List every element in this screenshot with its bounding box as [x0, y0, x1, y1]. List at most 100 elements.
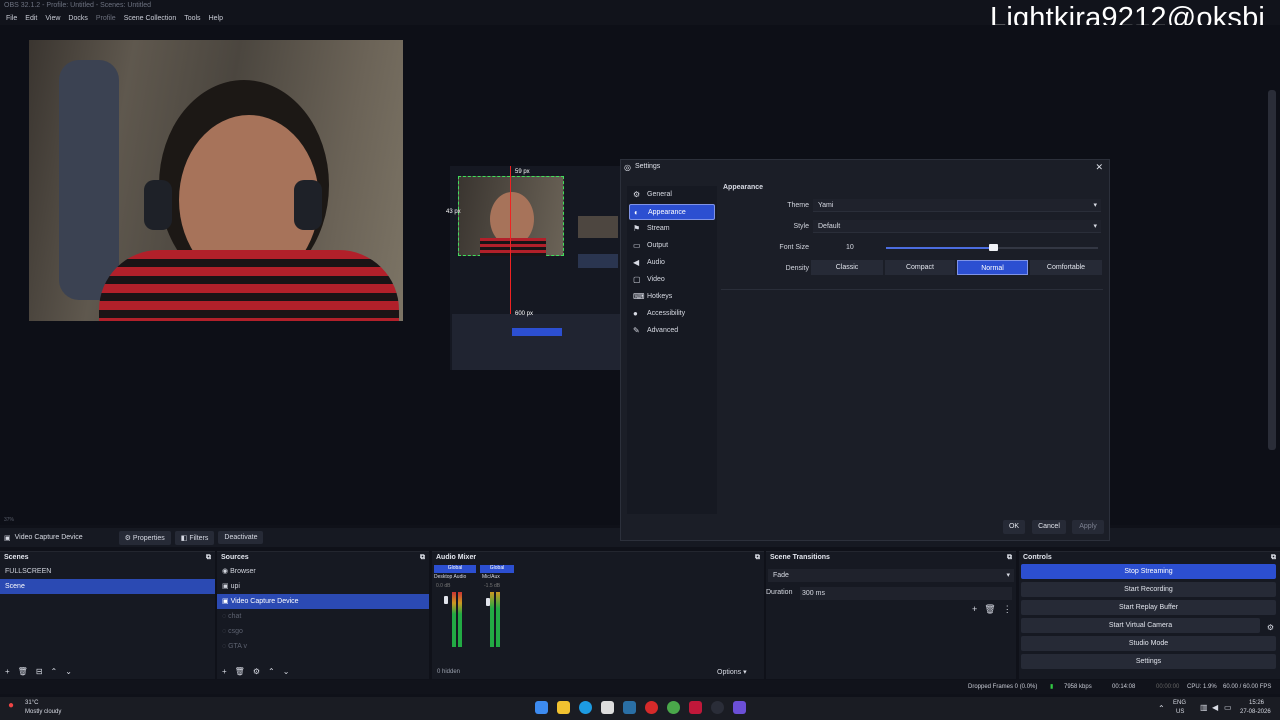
transition-select[interactable]: Fade ▾ — [768, 569, 1014, 582]
app-icon[interactable] — [645, 701, 658, 714]
scene-item[interactable]: Scene — [0, 579, 215, 594]
start-recording-button[interactable]: Start Recording — [1021, 582, 1276, 597]
apply-button[interactable]: Apply — [1072, 520, 1104, 534]
menu-file[interactable]: File — [2, 15, 21, 22]
weather-text: Mostly cloudy — [25, 709, 62, 715]
density-normal-button[interactable]: Normal — [957, 260, 1028, 275]
mic-aux-label[interactable]: Mic/Aux — [482, 574, 500, 580]
source-item[interactable]: ▣ Video Capture Device — [217, 594, 429, 609]
clock-time[interactable]: 15:26 — [1249, 700, 1264, 706]
nav-hotkeys[interactable]: ⌨ Hotkeys — [629, 289, 715, 305]
menu-help[interactable]: Help — [205, 15, 227, 22]
mixer-options-button[interactable]: Options ▾ — [717, 668, 747, 676]
nav-audio[interactable]: ◀ Audio — [629, 255, 715, 271]
trash-icon[interactable]: 🗑 — [984, 604, 995, 615]
volume-slider[interactable] — [486, 598, 490, 606]
density-classic-button[interactable]: Classic — [811, 260, 883, 275]
scene-item[interactable]: FULLSCREEN — [0, 564, 215, 579]
undock-icon[interactable]: ⧉ — [755, 554, 760, 562]
add-icon[interactable]: + — [972, 604, 977, 615]
studio-mode-button[interactable]: Studio Mode — [1021, 636, 1276, 651]
steam-icon[interactable] — [623, 701, 636, 714]
move-up-icon[interactable]: ⌃ — [51, 667, 58, 676]
network-icon[interactable]: ▥ — [1200, 703, 1208, 712]
menu-docks[interactable]: Docks — [64, 15, 91, 22]
ok-button[interactable]: OK — [1003, 520, 1025, 534]
menu-edit[interactable]: Edit — [21, 15, 41, 22]
tray-up-icon[interactable]: ⌃ — [1158, 704, 1165, 713]
font-size-slider-handle[interactable] — [989, 244, 998, 251]
start-replay-buffer-button[interactable]: Start Replay Buffer — [1021, 600, 1276, 615]
fps: 60.00 / 60.00 FPS — [1223, 684, 1272, 690]
global-badge: Global — [434, 565, 476, 573]
controls-dock: Controls ⧉ Stop Streaming Start Recording… — [1019, 551, 1280, 679]
store-icon[interactable] — [601, 701, 614, 714]
source-item[interactable]: ▣ upi — [217, 579, 429, 594]
volume-slider[interactable] — [444, 596, 448, 604]
source-item[interactable]: ◌ csgo — [217, 624, 429, 639]
preview-scrollbar[interactable] — [1268, 90, 1276, 450]
menu-profile[interactable]: Profile — [92, 15, 120, 22]
filter-icon[interactable]: ⊟ — [36, 667, 43, 676]
hidden-count: 0 hidden — [437, 669, 461, 675]
sources-title: Sources — [221, 554, 249, 561]
chrome-icon[interactable] — [667, 701, 680, 714]
undock-icon[interactable]: ⧉ — [206, 554, 211, 562]
density-compact-button[interactable]: Compact — [885, 260, 955, 275]
discord-icon[interactable] — [733, 701, 746, 714]
source-item[interactable]: ◉ Browser — [217, 564, 429, 579]
more-icon[interactable]: ⋮ — [1003, 604, 1012, 615]
trash-icon[interactable]: 🗑 — [18, 667, 28, 676]
style-select[interactable]: Default ▾ — [813, 220, 1101, 233]
density-comfortable-button[interactable]: Comfortable — [1030, 260, 1102, 275]
file-explorer-icon[interactable] — [557, 701, 570, 714]
settings-button[interactable]: Settings — [1021, 654, 1276, 669]
obs-icon[interactable] — [711, 701, 724, 714]
move-up-icon[interactable]: ⌃ — [268, 667, 275, 676]
taskbar: ● 31°C Mostly cloudy ⌃ ENG US ▥ ◀ ▭ 15:2… — [0, 697, 1280, 720]
language[interactable]: ENG — [1173, 700, 1186, 706]
start-virtual-camera-button[interactable]: Start Virtual Camera — [1021, 618, 1260, 633]
theme-select[interactable]: Yami ▾ — [813, 199, 1101, 212]
nav-output[interactable]: ▭ Output — [629, 238, 715, 254]
nav-stream[interactable]: ⚑ Stream — [629, 221, 715, 237]
nav-appearance[interactable]: ◐ Appearance — [629, 204, 715, 220]
gear-icon[interactable]: ⚙ — [1267, 623, 1274, 632]
nav-advanced[interactable]: ✎ Advanced — [629, 323, 715, 339]
move-down-icon[interactable]: ⌄ — [283, 667, 290, 676]
undock-icon[interactable]: ⧉ — [420, 554, 425, 562]
edge-icon[interactable] — [579, 701, 592, 714]
deactivate-button[interactable]: Deactivate — [218, 531, 264, 544]
desktop-audio-label[interactable]: Desktop Audio — [434, 574, 466, 580]
source-item[interactable]: ◌ GTA v — [217, 639, 429, 654]
source-item[interactable]: ◌ chat — [217, 609, 429, 624]
undock-icon[interactable]: ⧉ — [1007, 554, 1012, 562]
volume-icon[interactable]: ◀ — [1212, 703, 1218, 712]
menu-scene-collection[interactable]: Scene Collection — [120, 15, 181, 22]
duration-input[interactable]: 300 ms — [800, 587, 1012, 600]
menu-view[interactable]: View — [41, 15, 64, 22]
move-down-icon[interactable]: ⌄ — [65, 667, 72, 676]
stop-streaming-button[interactable]: Stop Streaming — [1021, 564, 1276, 579]
start-icon[interactable] — [535, 701, 548, 714]
add-icon[interactable]: + — [222, 667, 227, 676]
gear-icon: ⚙ — [633, 190, 641, 199]
cancel-button[interactable]: Cancel — [1032, 520, 1066, 534]
add-icon[interactable]: + — [5, 667, 10, 676]
volume-meter — [452, 592, 456, 647]
nav-accessibility[interactable]: ● Accessibility — [629, 306, 715, 322]
filters-button[interactable]: ◧ Filters — [174, 530, 215, 545]
gear-icon[interactable]: ⚙ — [253, 667, 260, 676]
divider — [721, 289, 1103, 290]
app-icon[interactable] — [689, 701, 702, 714]
nav-video[interactable]: ▢ Video — [629, 272, 715, 288]
battery-icon[interactable]: ▭ — [1224, 703, 1232, 712]
nav-general[interactable]: ⚙ General — [629, 187, 715, 203]
scene-transitions-title: Scene Transitions — [770, 554, 830, 561]
properties-button[interactable]: ⚙ Properties — [118, 530, 171, 545]
menu-tools[interactable]: Tools — [180, 15, 204, 22]
status-bar: Dropped Frames 0 (0.0%) ▮ 7958 kbps 00:1… — [0, 680, 1280, 694]
close-icon[interactable]: ✕ — [1095, 162, 1103, 173]
trash-icon[interactable]: 🗑 — [235, 667, 245, 676]
undock-icon[interactable]: ⧉ — [1271, 554, 1276, 562]
